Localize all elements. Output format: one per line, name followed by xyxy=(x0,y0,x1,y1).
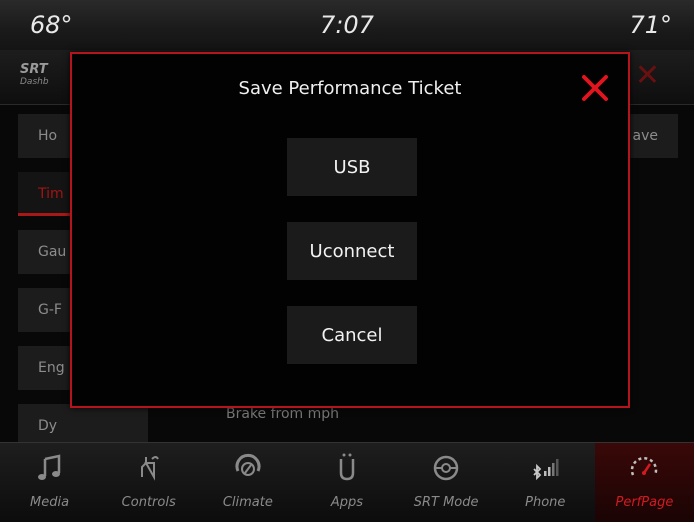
nav-controls[interactable]: Controls xyxy=(99,443,198,522)
nav-perfpage[interactable]: PerfPage xyxy=(594,443,694,522)
logo-subtext: Dashb xyxy=(20,77,49,87)
cancel-button[interactable]: Cancel xyxy=(287,306,417,364)
nav-label: Media xyxy=(30,495,70,510)
nav-label: Phone xyxy=(525,495,566,510)
logo-text: SRT xyxy=(20,62,48,77)
nav-label: Controls xyxy=(121,495,176,510)
nav-label: Climate xyxy=(222,495,273,510)
nav-label: SRT Mode xyxy=(413,495,479,510)
close-icon[interactable] xyxy=(579,72,611,104)
srt-logo: SRT Dashb xyxy=(20,62,49,88)
dialog-title: Save Performance Ticket xyxy=(238,78,462,99)
nav-media[interactable]: Media xyxy=(0,443,99,522)
clock: 7:07 xyxy=(320,11,374,39)
nav-apps[interactable]: Apps xyxy=(297,443,396,522)
nav-srt-mode[interactable]: SRT Mode xyxy=(397,443,496,522)
nav-label: Apps xyxy=(330,495,364,510)
uconnect-button[interactable]: Uconnect xyxy=(287,222,417,280)
usb-button[interactable]: USB xyxy=(287,138,417,196)
seat-hand-icon xyxy=(99,451,198,491)
bluetooth-signal-icon xyxy=(496,451,595,491)
apps-icon xyxy=(297,451,396,491)
status-bar: 68° 7:07 71° xyxy=(0,0,694,51)
background-close-icon: ✕ xyxy=(634,58,660,93)
steering-wheel-icon xyxy=(397,451,496,491)
passenger-temperature[interactable]: 71° xyxy=(629,11,672,39)
background-caption: Brake from mph xyxy=(226,406,340,422)
music-note-icon xyxy=(0,451,99,491)
nav-climate[interactable]: Climate xyxy=(198,443,297,522)
speedometer-icon xyxy=(595,451,694,491)
nav-phone[interactable]: Phone xyxy=(496,443,595,522)
bottom-nav-bar: Media Controls Climate Apps SRT Mode Pho… xyxy=(0,442,694,522)
save-ticket-dialog: Save Performance Ticket USB Uconnect Can… xyxy=(70,52,630,408)
climate-fan-icon xyxy=(198,451,297,491)
nav-label: PerfPage xyxy=(615,495,674,510)
infotainment-screen: 68° 7:07 71° SRT Dashb ✕ Ho Tim Gau G-F … xyxy=(0,0,694,522)
